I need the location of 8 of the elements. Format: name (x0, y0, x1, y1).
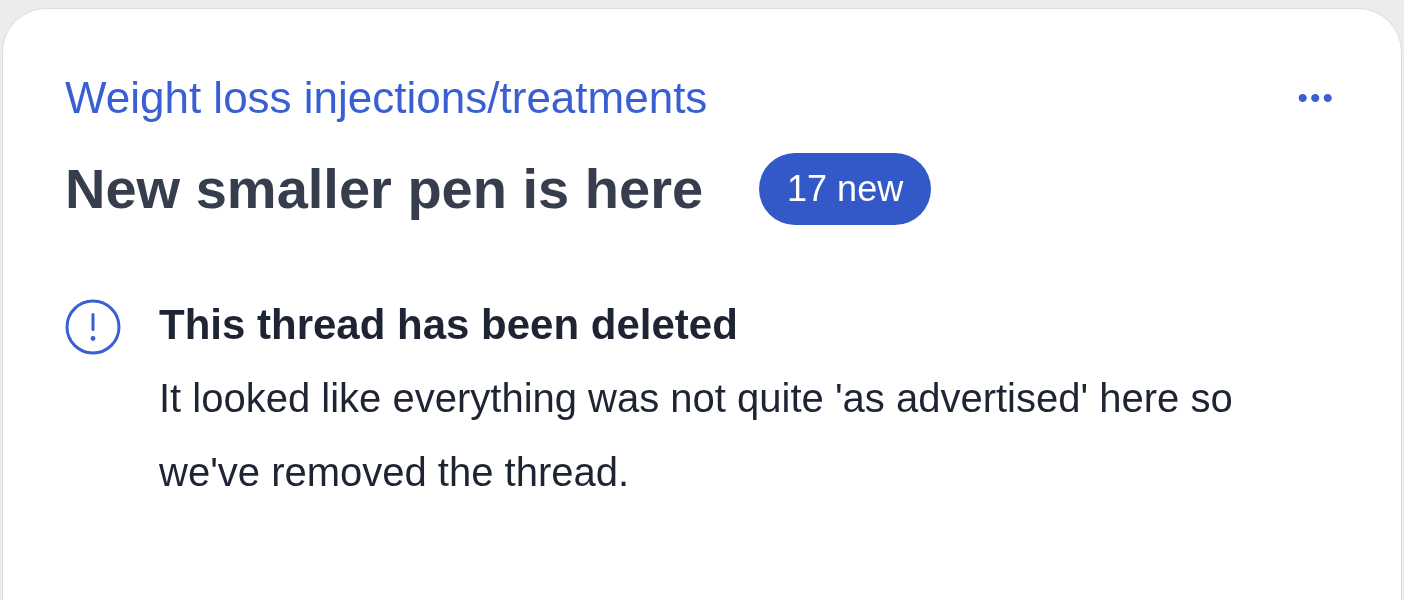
thread-title[interactable]: New smaller pen is here (65, 155, 704, 223)
more-options-button[interactable]: ••• (1297, 83, 1337, 113)
new-count-badge: 17 new (759, 153, 932, 225)
exclamation-icon (65, 299, 121, 355)
category-link[interactable]: Weight loss injections/treatments (65, 71, 708, 125)
notice-heading: This thread has been deleted (159, 300, 739, 350)
thread-card[interactable]: Weight loss injections/treatments ••• New smaller pen is here 17 new This thread has been deleted It looked like everything was not quite 'as advertised' here so we've removed the thread. (2, 8, 1402, 600)
notice-message: It looked like everything was not quite 'as advertised' here so we've removed the thread. (159, 375, 1234, 496)
